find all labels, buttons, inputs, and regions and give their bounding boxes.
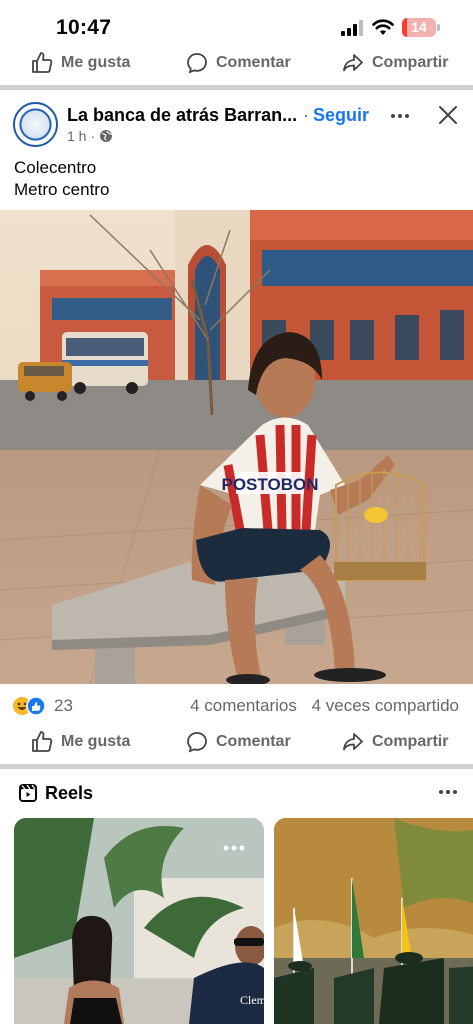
jersey-text: POSTOBON <box>222 475 319 494</box>
more-options-icon[interactable] <box>436 780 460 804</box>
globe-icon <box>100 130 113 142</box>
battery-indicator: 14 <box>402 18 436 37</box>
post-time[interactable]: 1 h <box>67 128 86 144</box>
thumbs-up-icon <box>32 731 53 752</box>
comments-count[interactable]: 4 comentarios <box>190 696 297 715</box>
signal-icon <box>341 20 363 36</box>
post-actions: Me gusta Comentar Compartir <box>0 720 473 764</box>
post-text: Colecentro Metro centro <box>14 157 109 201</box>
close-icon[interactable] <box>437 104 459 126</box>
battery-cap <box>437 24 440 31</box>
more-options-icon[interactable] <box>388 104 412 128</box>
feed-divider <box>0 764 473 769</box>
comment-icon <box>187 53 207 74</box>
feed-divider <box>0 85 473 90</box>
like-label: Me gusta <box>61 733 131 750</box>
page-name[interactable]: La banca de atrás Barran... <box>67 105 297 126</box>
comment-label: Comentar <box>216 733 291 750</box>
share-button[interactable]: Compartir <box>341 720 448 764</box>
reels-title: Reels <box>45 783 94 803</box>
thumbs-up-icon <box>32 52 53 73</box>
reels-icon <box>19 784 37 802</box>
reel-thumbnail: Clem <box>14 818 264 1024</box>
post-text-line: Colecentro <box>14 158 97 177</box>
post-header: La banca de atrás Barran... · Seguir 1 h… <box>0 96 473 154</box>
reel-card[interactable] <box>274 818 473 1024</box>
comment-button-top[interactable]: Comentar <box>185 41 291 85</box>
wifi-icon <box>372 19 394 35</box>
post-photo: POSTOBON <box>0 210 473 684</box>
comment-button[interactable]: Comentar <box>185 720 291 764</box>
like-button-top[interactable]: Me gusta <box>30 41 130 85</box>
reel-caption: Clem <box>240 993 264 1007</box>
post-stats: 4 comentarios 4 veces compartido <box>190 696 459 716</box>
comment-label: Comentar <box>216 54 291 71</box>
name-separator: · <box>303 105 309 125</box>
reels-header: Reels <box>0 780 473 808</box>
share-icon <box>343 54 363 72</box>
reactions-summary[interactable]: 23 4 comentarios 4 veces compartido <box>0 694 473 718</box>
share-button-top[interactable]: Compartir <box>341 41 448 85</box>
post-text-line: Metro centro <box>14 180 110 199</box>
follow-button[interactable]: Seguir <box>313 105 369 126</box>
reaction-count[interactable]: 23 <box>54 696 73 716</box>
previous-post-actions: Me gusta Comentar Compartir <box>0 41 473 85</box>
reaction-icons <box>13 696 46 716</box>
like-button[interactable]: Me gusta <box>30 720 130 764</box>
page-avatar[interactable] <box>13 102 58 147</box>
status-time: 10:47 <box>56 16 112 39</box>
meta-separator: · <box>90 128 96 144</box>
share-label: Compartir <box>372 733 449 750</box>
like-label: Me gusta <box>61 54 131 71</box>
reel-thumbnail <box>274 818 473 1024</box>
battery-level: 14 <box>411 19 427 35</box>
reel-card[interactable]: Clem <box>14 818 264 1024</box>
shares-count[interactable]: 4 veces compartido <box>312 696 459 715</box>
post-meta: 1 h · <box>67 128 113 144</box>
share-label: Compartir <box>372 54 449 71</box>
post-image[interactable]: POSTOBON <box>0 210 473 684</box>
share-icon <box>343 733 363 751</box>
comment-icon <box>187 732 207 753</box>
